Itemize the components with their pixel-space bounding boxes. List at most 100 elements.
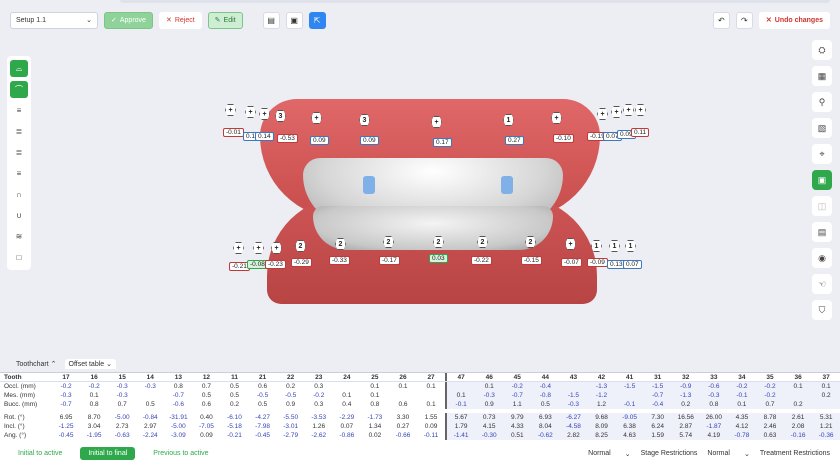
- chevron-down-icon: ⌄: [624, 450, 631, 458]
- square-icon[interactable]: □: [10, 249, 28, 266]
- left-view-icon[interactable]: ≣: [10, 123, 28, 140]
- tab-offset-table[interactable]: Offset table ⌄: [64, 359, 116, 369]
- treatment-restrictions-select[interactable]: Normal ⌄: [707, 450, 749, 458]
- table-cell: -9.05: [615, 413, 644, 422]
- row-label: Ang. (°): [4, 432, 27, 439]
- header-cell: 32: [682, 374, 690, 381]
- table-cell: -0.86: [339, 432, 355, 439]
- reject-button[interactable]: ✕ Reject: [158, 11, 202, 29]
- upper-jaw-view-icon[interactable]: ⌓: [10, 60, 28, 77]
- table-cell: 0.1: [342, 392, 352, 399]
- table-cell: 7.30: [643, 413, 672, 422]
- rotation-marker[interactable]: +: [597, 108, 608, 120]
- table-cell: -0.6: [699, 382, 728, 391]
- table-cell: -0.2: [755, 391, 785, 400]
- movement-value: -0.23: [265, 260, 286, 269]
- table-row: Mes. (mm) -0.3 0.1 -0.3 -0.7 0.5 0.5 -0.5 -0.5 -0…: [0, 391, 840, 400]
- bottom-view-icon[interactable]: ∪: [10, 207, 28, 224]
- table-cell: -0.30: [475, 431, 504, 440]
- table-row: Bucc. (mm) -0.7 0.8 0.7 0.5 -0.6 0.6 0.2 0.5 0.9 0…: [0, 400, 840, 409]
- table-cell: -0.8: [531, 391, 560, 400]
- table-cell: -0.2: [88, 383, 100, 390]
- table-row: Ang. (°) -0.45 -1.95 -0.63 -2.24 -3.09 0.09 -0.…: [0, 431, 840, 440]
- approve-label: Approve: [119, 16, 146, 24]
- table-cell: -1.73: [367, 414, 383, 421]
- offset-table: Tooth 17 16 15 14 13 12 11 21 22 23 24 25 26 27 47 46 45 4…: [0, 372, 840, 444]
- rotation-marker[interactable]: +: [245, 106, 256, 118]
- undo-changes-label: Undo changes: [774, 16, 823, 24]
- table-cell: 0.07: [340, 423, 354, 430]
- front-view-icon[interactable]: ≡: [10, 102, 28, 119]
- table-cell: -0.6: [172, 401, 184, 408]
- rotation-marker[interactable]: 1: [609, 240, 620, 252]
- rotation-marker[interactable]: +: [635, 104, 646, 116]
- ruler-icon[interactable]: ⌖: [812, 144, 832, 164]
- back-view-icon[interactable]: ≡: [10, 165, 28, 182]
- table-cell: -0.7: [60, 401, 72, 408]
- ipr-icon[interactable]: ◫: [812, 196, 832, 216]
- top-view-icon[interactable]: ∩: [10, 186, 28, 203]
- table-cell: 0.8: [699, 400, 728, 409]
- movement-value: -0.07: [561, 258, 582, 267]
- approve-button[interactable]: ✓ Approve: [104, 11, 153, 29]
- rotation-marker[interactable]: +: [611, 106, 622, 118]
- table-cell: -0.21: [227, 432, 242, 439]
- table-cell: -0.2: [727, 382, 756, 391]
- external-link-icon[interactable]: ⇱: [308, 11, 326, 29]
- attachment-icon[interactable]: ◉: [812, 248, 832, 268]
- table-cell: [417, 391, 445, 400]
- tooth-icon[interactable]: ⛉: [812, 300, 832, 320]
- table-cell: -7.98: [255, 423, 270, 430]
- table-cell: 0.8: [173, 383, 183, 390]
- hand-icon[interactable]: ☜: [812, 274, 832, 294]
- report-icon[interactable]: ▤: [812, 222, 832, 242]
- table-cell: 8.25: [587, 431, 616, 440]
- folder-icon[interactable]: ▣: [285, 11, 303, 29]
- tooth-movement-icon[interactable]: ⚲: [812, 92, 832, 112]
- dental-3d-view[interactable]: + -0.01 +0.11 +0.14 3 -0.53 +0.09 3 0.09 +0.17 1 0.…: [215, 96, 650, 306]
- bite-icon[interactable]: ▣: [812, 170, 832, 190]
- table-cell: 0.3: [314, 383, 324, 390]
- table-cell: -5.00: [114, 414, 130, 421]
- table-cell: 0.5: [145, 401, 155, 408]
- table-cell: -5.00: [170, 423, 186, 430]
- previous-to-active-button[interactable]: Previous to active: [145, 447, 216, 460]
- table-cell: 3.30: [396, 414, 410, 421]
- table-cell: 9.68: [587, 413, 616, 422]
- rotation-marker[interactable]: +: [623, 104, 634, 116]
- redo-icon[interactable]: ↷: [735, 11, 753, 29]
- table-row: Rot. (°) 6.95 8.70 -5.00 -0.84 -31.91 0.40 -6.1…: [0, 413, 840, 422]
- table-cell: 4.35: [727, 413, 756, 422]
- table-cell: 0.1: [812, 382, 840, 391]
- header-cell: 34: [738, 374, 746, 381]
- edit-button[interactable]: ✎ Edit: [207, 11, 243, 29]
- comment-icon[interactable]: ▤: [262, 11, 280, 29]
- occlusion-view-icon[interactable]: ≋: [10, 228, 28, 245]
- lower-jaw-view-icon[interactable]: ⌒: [10, 81, 28, 98]
- table-cell: 2.61: [784, 413, 813, 422]
- photo-icon[interactable]: ▧: [812, 118, 832, 138]
- rotation-marker[interactable]: +: [253, 242, 264, 254]
- undo-changes-button[interactable]: ✕ Undo changes: [758, 11, 830, 29]
- rotation-marker[interactable]: +: [233, 242, 244, 254]
- grid-icon[interactable]: ▦: [812, 66, 832, 86]
- table-cell: -0.2: [755, 382, 785, 391]
- undo-icon[interactable]: ↶: [712, 11, 730, 29]
- stage-restrictions-select[interactable]: Normal ⌄: [588, 450, 630, 458]
- right-view-icon[interactable]: ≣: [10, 144, 28, 161]
- table-cell: 5.31: [812, 413, 840, 422]
- header-cell: 35: [766, 374, 774, 381]
- table-cell: -6.27: [559, 413, 588, 422]
- setup-select[interactable]: Setup 1.1 ⌄: [10, 11, 98, 29]
- table-cell: -0.63: [114, 432, 130, 439]
- initial-to-final-button[interactable]: Initial to final: [80, 447, 136, 460]
- tooth-settings-icon[interactable]: ⛭: [812, 40, 832, 60]
- pencil-icon: ✎: [214, 17, 221, 24]
- header-cell: 43: [569, 374, 578, 381]
- table-cell: -0.84: [142, 414, 158, 421]
- initial-to-active-button[interactable]: Initial to active: [10, 447, 70, 460]
- tab-toothchart[interactable]: Toothchart ⌃: [12, 359, 61, 369]
- table-cell: 6.24: [643, 422, 672, 431]
- rotation-marker[interactable]: +: [225, 104, 236, 116]
- rotation-marker[interactable]: 1: [625, 240, 636, 252]
